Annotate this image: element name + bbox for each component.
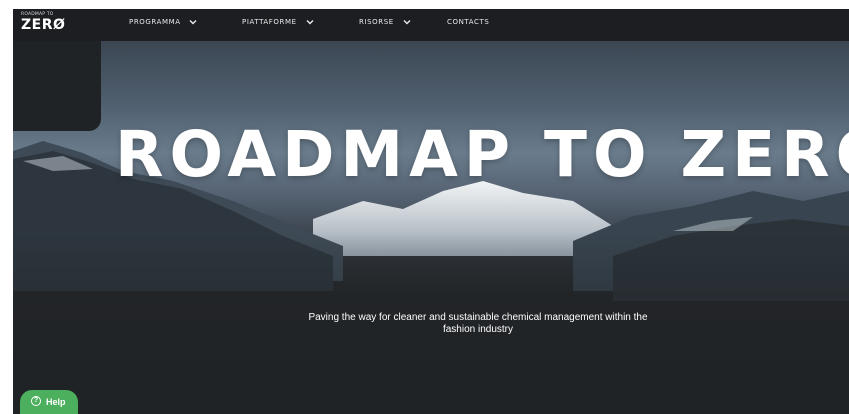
chevron-down-icon: [189, 20, 197, 25]
hero-subtitle-line-2: fashion industry: [442, 324, 514, 335]
top-navbar: ROADMAP TO ZERØ PROGRAMMA PIATTAFORME RI…: [13, 9, 849, 41]
nav-item-piattaforme[interactable]: PIATTAFORME: [242, 9, 314, 41]
question-circle-icon: ?: [31, 396, 41, 406]
nav-label: PIATTAFORME: [242, 18, 297, 26]
chevron-down-icon: [403, 20, 411, 25]
hero-subtitle: Paving the way for cleaner and sustainab…: [273, 312, 683, 336]
nav-label: CONTACTS: [447, 18, 490, 26]
nav-item-risorse[interactable]: RISORSE: [359, 9, 411, 41]
logo-big-text: ZERØ: [21, 17, 66, 33]
help-button[interactable]: ? Help: [20, 390, 78, 414]
nav-item-programma[interactable]: PROGRAMMA: [129, 9, 197, 41]
nav-label: RISORSE: [359, 18, 394, 26]
hero-title: ROADMAP TO ZERO: [115, 118, 849, 191]
mountain-background-image: [13, 141, 849, 414]
chevron-down-icon: [306, 20, 313, 25]
help-label: Help: [46, 397, 66, 407]
hero-section: ROADMAP TO ZERO Paving the way for clean…: [13, 41, 849, 414]
nav-item-contacts[interactable]: CONTACTS: [447, 9, 489, 41]
site-logo[interactable]: ROADMAP TO ZERØ: [21, 12, 69, 38]
hero-subtitle-line-1: Paving the way for cleaner and sustainab…: [308, 312, 648, 323]
nav-label: PROGRAMMA: [129, 18, 181, 26]
page-frame: ROADMAP TO ZERØ PROGRAMMA PIATTAFORME RI…: [13, 9, 849, 414]
corner-panel: [13, 41, 101, 131]
